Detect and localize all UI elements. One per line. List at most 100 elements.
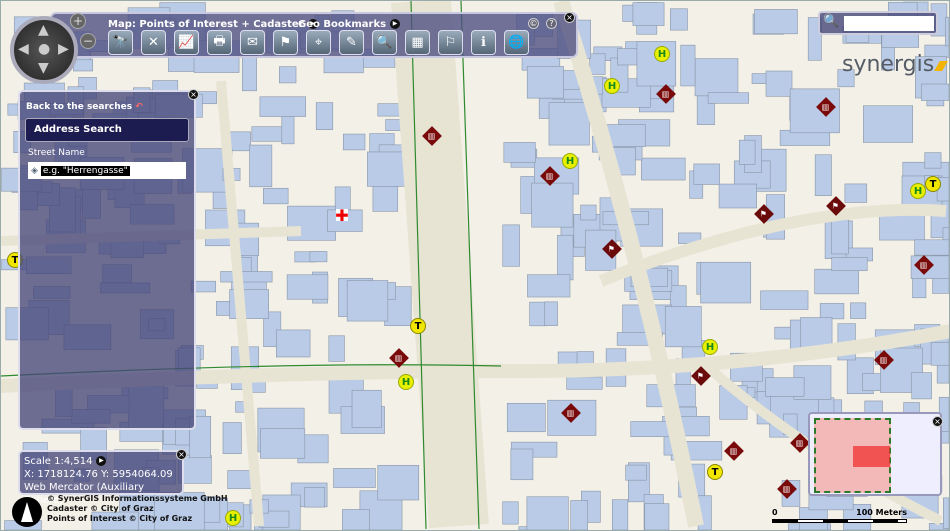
crosshair-icon: ⌖	[315, 35, 322, 50]
scale-bar-graphic	[772, 519, 907, 523]
building	[343, 134, 365, 150]
building	[276, 330, 310, 357]
building	[701, 262, 751, 303]
play-icon: ▶	[390, 19, 400, 29]
back-to-searches-link[interactable]: Back to the searches ↶	[26, 102, 188, 112]
binoculars-button[interactable]: 🔭	[108, 30, 133, 55]
h-stop-marker[interactable]: H	[654, 46, 670, 62]
building	[695, 59, 738, 96]
search-field-icon: ◈	[31, 166, 38, 176]
tram-stop-marker[interactable]: T	[410, 318, 426, 334]
overview-extent	[814, 418, 891, 493]
email-icon: ✉	[247, 35, 258, 50]
zoom-search-button[interactable]: 🔍	[372, 30, 397, 55]
scale-menu-button[interactable]: ▶	[96, 456, 106, 466]
building	[790, 89, 839, 133]
pan-down-icon[interactable]: ▼	[38, 60, 49, 76]
building	[832, 257, 868, 270]
print-icon: 🖶	[213, 32, 225, 54]
h-stop-marker[interactable]: H	[562, 153, 578, 169]
search-panel: × Back to the searches ↶ Address Search …	[18, 90, 196, 430]
quick-search-input[interactable]	[844, 16, 934, 31]
measure-area-icon: ▦	[411, 35, 423, 50]
measure-area-button[interactable]: ▦	[405, 30, 430, 55]
tram-stop-marker[interactable]: T	[707, 464, 723, 480]
close-panel-button[interactable]: ×	[188, 89, 199, 100]
draw-button[interactable]: ✎	[339, 30, 364, 55]
measure-line-button[interactable]: 📈	[174, 30, 199, 55]
street-name-value: e.g. "Herrengasse"	[41, 166, 130, 176]
building	[815, 155, 831, 196]
building	[912, 373, 932, 399]
pan-center-icon[interactable]: ●	[38, 41, 50, 57]
credit-line: © SynerGIS Informationssysteme GmbH	[47, 494, 228, 504]
magnifier-icon[interactable]: 🔍	[823, 14, 839, 30]
close-coordinates-button[interactable]: ×	[176, 449, 187, 460]
building	[507, 403, 545, 431]
email-button[interactable]: ✉	[240, 30, 265, 55]
flag-button[interactable]: ⚐	[438, 30, 463, 55]
logo-text: synergis	[842, 52, 934, 77]
scale-bar: 0 100 Meters	[772, 508, 907, 523]
building	[815, 269, 859, 294]
tram-stop-marker[interactable]: T	[925, 176, 941, 192]
overview-map[interactable]: ×	[808, 412, 942, 496]
building	[708, 93, 749, 104]
building	[316, 103, 333, 130]
building	[347, 280, 388, 321]
building	[260, 429, 304, 459]
pan-navigator[interactable]: ▲ ▼ ◀ ▶ ●	[10, 16, 78, 84]
flag-icon: ⚐	[445, 35, 457, 50]
geo-bookmarks-button[interactable]: Geo Bookmarks▶	[298, 19, 400, 30]
building	[567, 377, 603, 389]
tool-buttons: 🔭 ✕ 📈 🖶 ✉ ⚑ ⌖ ✎ 🔍 ▦ ⚐ ℹ 🌐	[108, 30, 529, 55]
building	[719, 184, 757, 208]
building	[221, 271, 273, 282]
map-label: Map: Points of Interest + Cadaster	[108, 19, 304, 30]
hospital-marker[interactable]: ✚	[336, 209, 348, 221]
language-button[interactable]: ⚑	[273, 30, 298, 55]
scale-end: 100 Meters	[856, 508, 907, 518]
scale-start: 0	[772, 508, 778, 518]
h-stop-marker[interactable]: H	[910, 183, 926, 199]
building	[694, 164, 720, 185]
building	[527, 497, 568, 530]
h-stop-marker[interactable]: H	[398, 374, 414, 390]
current-extent-box[interactable]	[853, 446, 890, 467]
copyright-button[interactable]: ©	[528, 18, 539, 29]
building	[845, 184, 867, 203]
close-overview-button[interactable]: ×	[932, 416, 943, 427]
zoom-out-button[interactable]: −	[80, 33, 96, 49]
h-stop-marker[interactable]: H	[702, 339, 718, 355]
print-button[interactable]: 🖶	[207, 30, 232, 55]
building	[863, 106, 912, 143]
map-selector[interactable]: Map: Points of Interest + Cadaster▶	[108, 19, 318, 30]
crosshair-button[interactable]: ⌖	[306, 30, 331, 55]
building	[943, 498, 949, 529]
street-name-input[interactable]: ◈e.g. "Herrengasse"	[28, 162, 186, 179]
pan-up-icon[interactable]: ▲	[38, 22, 49, 38]
clear-button[interactable]: ✕	[141, 30, 166, 55]
zoom-in-button[interactable]: +	[70, 13, 86, 29]
building	[223, 422, 241, 453]
h-stop-marker[interactable]: H	[604, 78, 620, 94]
layers-button[interactable]: 🌐	[504, 30, 529, 55]
pan-left-icon[interactable]: ◀	[18, 41, 29, 57]
building	[557, 235, 573, 280]
building	[549, 103, 589, 145]
identify-button[interactable]: ℹ	[471, 30, 496, 55]
building	[334, 468, 376, 487]
help-button[interactable]: ?	[546, 18, 557, 29]
building	[645, 504, 669, 530]
building	[626, 465, 647, 480]
building	[755, 9, 798, 33]
pan-right-icon[interactable]: ▶	[58, 41, 69, 57]
building	[945, 17, 949, 46]
quick-search: 🔍	[818, 11, 938, 35]
close-toolbar-button[interactable]: ×	[564, 12, 575, 23]
building	[287, 275, 328, 299]
zoom-search-icon: 🔍	[376, 35, 392, 50]
main-toolbar: Map: Points of Interest + Cadaster▶ Geo …	[10, 8, 570, 78]
road	[421, 1, 459, 526]
building	[820, 303, 844, 318]
